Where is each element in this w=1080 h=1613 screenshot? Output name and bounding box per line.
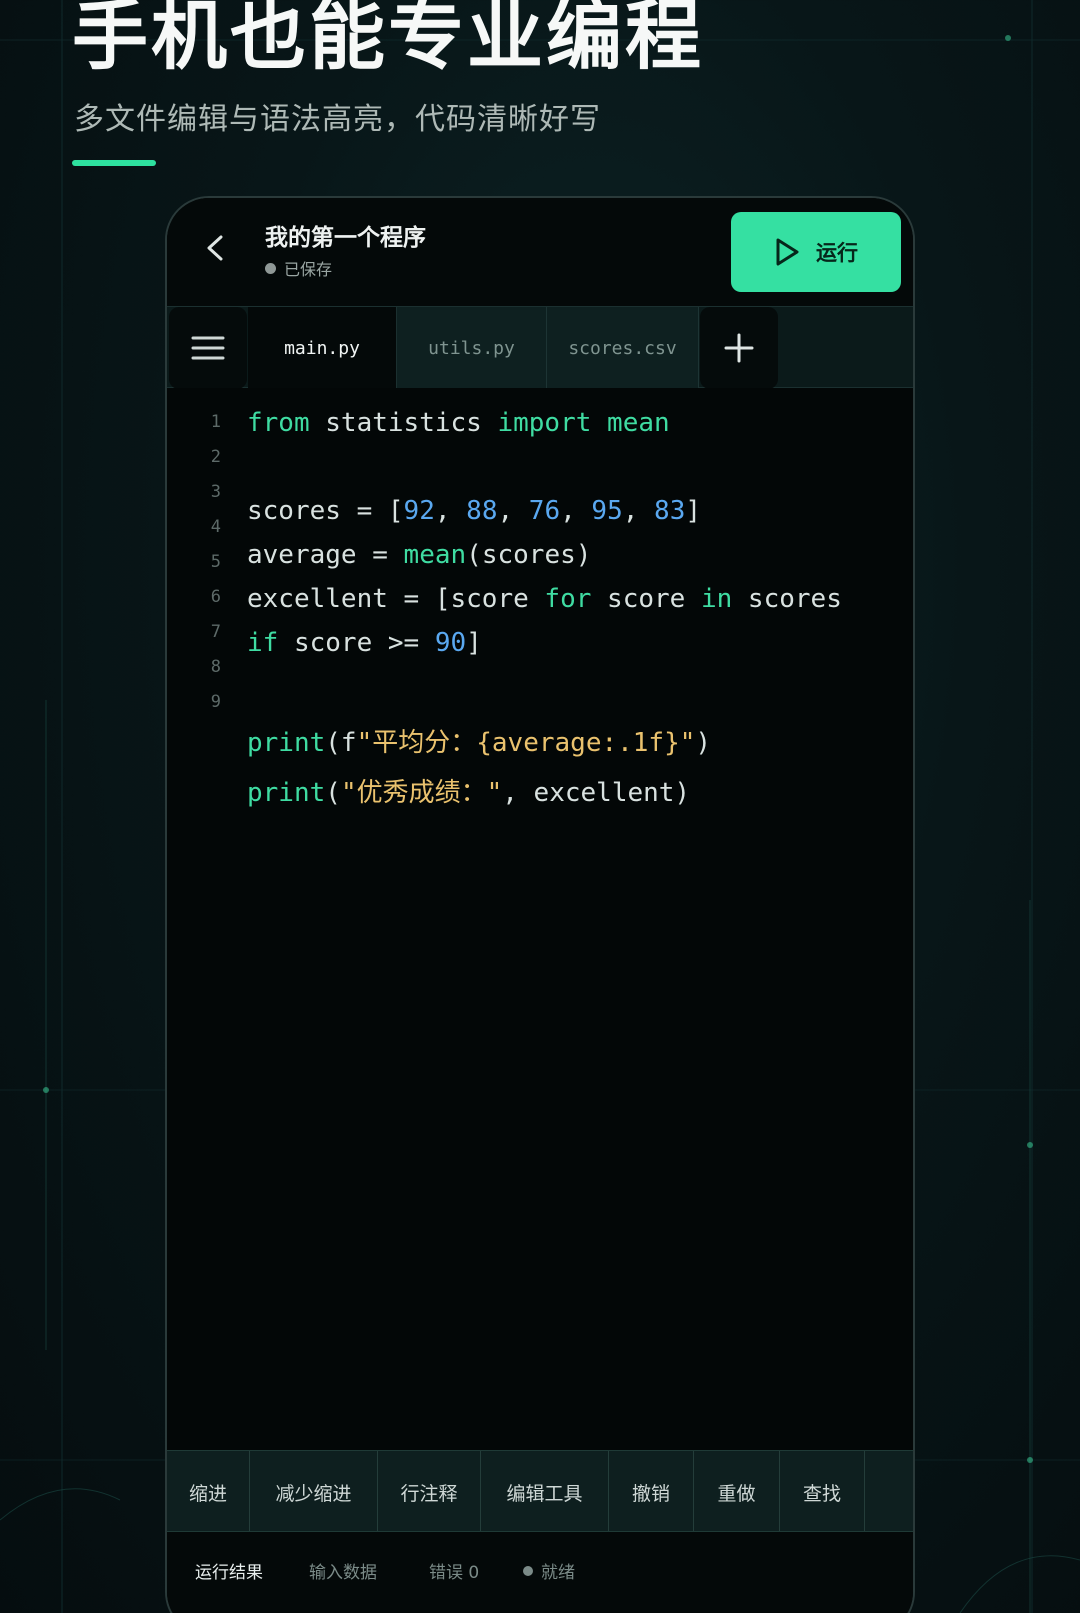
plus-icon — [724, 333, 754, 363]
undo-button[interactable]: 撤销 — [609, 1451, 694, 1531]
indent-button[interactable]: 缩进 — [167, 1451, 250, 1531]
code-line: print(f"平均分：{average:.1f}") — [247, 728, 712, 758]
line-number: 6 — [210, 587, 221, 607]
line-number: 4 — [210, 517, 221, 537]
phone-frame: 我的第一个程序 已保存 运行 main.py utils.py scores.c… — [165, 196, 915, 1613]
page-subtitle: 多文件编辑与语法高亮，代码清晰好写 — [74, 102, 601, 137]
document-title: 我的第一个程序 — [265, 225, 426, 251]
tab-utils-py[interactable]: utils.py — [397, 307, 547, 389]
code-line: print("优秀成绩：", excellent) — [247, 778, 691, 808]
file-menu-button[interactable] — [169, 307, 247, 389]
code-line: from statistics import mean — [247, 408, 670, 438]
run-button[interactable]: 运行 — [731, 212, 901, 292]
run-status-label: 就绪 — [541, 1563, 575, 1583]
code-line: excellent = [score for score in scores — [247, 584, 842, 614]
run-status: 就绪 — [523, 1558, 575, 1583]
title-accent-bar — [72, 160, 156, 166]
line-number: 2 — [210, 447, 221, 467]
edit-tools-button[interactable]: 编辑工具 — [481, 1451, 609, 1531]
menu-icon — [191, 336, 225, 360]
code-line: if score >= 90] — [247, 628, 482, 658]
play-icon — [776, 238, 799, 266]
chevron-left-icon — [207, 235, 223, 261]
line-number: 5 — [210, 552, 221, 572]
tab-errors[interactable]: 错误 0 — [429, 1558, 479, 1583]
edit-toolbar: 缩进 减少缩进 行注释 编辑工具 撤销 重做 查找 — [167, 1450, 913, 1532]
status-dot-icon — [265, 262, 276, 274]
line-number: 3 — [210, 482, 221, 502]
line-number: 1 — [210, 412, 221, 432]
status-dot-icon — [523, 1565, 533, 1576]
outdent-button[interactable]: 减少缩进 — [250, 1451, 378, 1531]
tab-scores-csv[interactable]: scores.csv — [547, 307, 699, 389]
run-button-label: 运行 — [816, 241, 858, 265]
line-number: 8 — [210, 657, 221, 677]
code-line: scores = [92, 88, 76, 95, 83] — [247, 496, 702, 526]
code-editor[interactable]: 1 2 3 4 5 6 7 8 9 from statistics import… — [167, 388, 913, 1448]
line-number: 9 — [210, 692, 221, 712]
tab-main-py[interactable]: main.py — [248, 307, 397, 389]
file-tab-bar: main.py utils.py scores.csv — [167, 306, 913, 389]
save-status: 已保存 — [265, 256, 332, 280]
code-line: average = mean(scores) — [247, 540, 592, 570]
tab-input-data[interactable]: 输入数据 — [309, 1558, 377, 1583]
editor-header: 我的第一个程序 已保存 运行 — [167, 198, 913, 306]
add-file-button[interactable] — [700, 307, 778, 389]
save-status-label: 已保存 — [284, 260, 333, 279]
page-title: 手机也能专业编程 — [72, 0, 704, 80]
back-button[interactable] — [195, 228, 235, 268]
redo-button[interactable]: 重做 — [694, 1451, 780, 1531]
comment-line-button[interactable]: 行注释 — [378, 1451, 481, 1531]
output-panel-tabs: 运行结果 输入数据 错误 0 就绪 — [167, 1532, 913, 1612]
tab-run-result[interactable]: 运行结果 — [195, 1558, 263, 1583]
find-button[interactable]: 查找 — [780, 1451, 865, 1531]
line-number: 7 — [210, 622, 221, 642]
